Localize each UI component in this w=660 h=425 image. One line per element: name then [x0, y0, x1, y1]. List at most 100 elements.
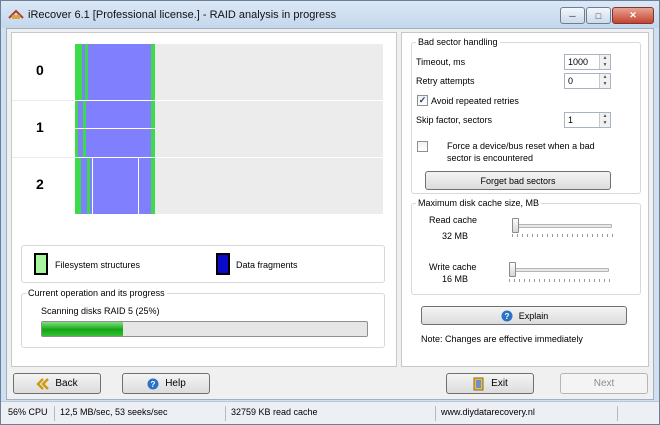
- help-icon: ?: [500, 309, 514, 323]
- progress-group: Current operation and its progress Scann…: [21, 288, 385, 348]
- svg-text:?: ?: [504, 312, 509, 321]
- disk-row-1: 1: [12, 100, 396, 157]
- exit-door-icon: [472, 377, 486, 391]
- minimize-button[interactable]: ─: [560, 7, 585, 24]
- disk-track: [75, 101, 383, 157]
- retry-label: Retry attempts: [416, 76, 475, 86]
- disk-track: [75, 44, 383, 100]
- speed-status: 12,5 MB/sec, 53 seeks/sec: [57, 406, 226, 421]
- app-icon: [8, 9, 24, 19]
- forget-bad-sectors-button[interactable]: Forget bad sectors: [425, 171, 611, 190]
- close-button[interactable]: ✕: [612, 7, 654, 24]
- spin-down-icon[interactable]: ▼: [600, 81, 610, 88]
- progress-bar: [41, 321, 368, 337]
- slider-ticks: [509, 279, 613, 282]
- exit-button[interactable]: Exit: [446, 373, 534, 394]
- force-reset-label-line2: sector is encountered: [447, 153, 534, 163]
- fragment-divider: [92, 158, 93, 214]
- spin-up-icon[interactable]: ▲: [600, 113, 610, 120]
- client-area: 0 1 2 Filesystem structures Data fragmen…: [6, 28, 654, 400]
- back-label: Back: [55, 378, 78, 389]
- back-button[interactable]: Back: [13, 373, 101, 394]
- retry-spinner[interactable]: 0 ▲ ▼: [564, 73, 611, 89]
- disk-label: 2: [36, 176, 44, 192]
- explain-label: Explain: [518, 310, 549, 321]
- title-bar[interactable]: iRecover 6.1 [Professional license.] - R…: [1, 1, 659, 28]
- bad-sector-group-title: Bad sector handling: [416, 37, 500, 47]
- read-cache-value: 32 MB: [442, 231, 469, 241]
- filesystem-legend-swatch: [34, 253, 48, 275]
- filesystem-segment: [87, 158, 90, 214]
- write-cache-label: Write cache: [429, 262, 477, 272]
- data-fragment-segment: [75, 101, 155, 157]
- disk-label: 0: [36, 62, 44, 78]
- filesystem-segment: [75, 44, 82, 100]
- disk-row-0: 0: [12, 43, 396, 100]
- fragment-divider: [138, 158, 139, 214]
- force-reset-label-line1: Force a device/bus reset when a bad: [447, 141, 595, 151]
- spin-up-icon[interactable]: ▲: [600, 74, 610, 81]
- skip-factor-spinner[interactable]: 1 ▲ ▼: [564, 112, 611, 128]
- status-bar: 56% CPU 12,5 MB/sec, 53 seeks/sec 32759 …: [1, 401, 659, 424]
- read-cache-slider-thumb[interactable]: [512, 218, 519, 233]
- exit-label: Exit: [491, 378, 508, 389]
- settings-panel: Bad sector handling Timeout, ms 1000 ▲ ▼ …: [401, 32, 649, 367]
- write-cache-slider-thumb[interactable]: [509, 262, 516, 277]
- skip-factor-label: Skip factor, sectors: [416, 115, 493, 125]
- disk-label: 1: [36, 119, 44, 135]
- help-label: Help: [165, 378, 186, 389]
- help-button[interactable]: ? Help: [122, 373, 210, 394]
- checkmark-icon: ✓: [418, 95, 427, 105]
- data-legend-label: Data fragments: [236, 260, 298, 270]
- timeout-value: 1000: [568, 57, 589, 67]
- avoid-retries-label: Avoid repeated retries: [431, 96, 519, 106]
- filesystem-segment: [151, 158, 155, 214]
- filesystem-legend-label: Filesystem structures: [55, 260, 141, 270]
- bad-sector-group: Bad sector handling Timeout, ms 1000 ▲ ▼ …: [411, 37, 641, 194]
- write-cache-value: 16 MB: [442, 274, 469, 284]
- filesystem-segment: [83, 101, 86, 157]
- disk-track: [75, 158, 383, 214]
- disk-row-2: 2: [12, 157, 396, 214]
- force-reset-checkbox[interactable]: [417, 141, 428, 152]
- next-button[interactable]: Next: [560, 373, 648, 394]
- website-status: www.diydatarecovery.nl: [438, 406, 618, 421]
- cache-status: 32759 KB read cache: [228, 406, 436, 421]
- cache-group-title: Maximum disk cache size, MB: [416, 198, 542, 208]
- filesystem-segment: [151, 101, 155, 157]
- app-window: iRecover 6.1 [Professional license.] - R…: [0, 0, 660, 425]
- timeout-spinner[interactable]: 1000 ▲ ▼: [564, 54, 611, 70]
- read-cache-slider-track[interactable]: [512, 224, 612, 228]
- svg-text:?: ?: [151, 380, 156, 389]
- note-text: Note: Changes are effective immediately: [421, 334, 583, 344]
- spin-up-icon[interactable]: ▲: [600, 55, 610, 62]
- slider-ticks: [512, 234, 616, 237]
- filesystem-segment: [85, 44, 88, 100]
- data-legend-swatch: [216, 253, 230, 275]
- cache-group: Maximum disk cache size, MB Read cache 3…: [411, 198, 641, 295]
- progress-fill: [42, 322, 124, 336]
- skip-factor-value: 1: [568, 115, 574, 125]
- back-arrow-icon: [36, 377, 50, 391]
- retry-value: 0: [568, 76, 574, 86]
- maximize-button[interactable]: □: [586, 7, 611, 24]
- write-cache-slider-track[interactable]: [509, 268, 609, 272]
- avoid-retries-checkbox[interactable]: ✓: [417, 95, 428, 106]
- read-cache-label: Read cache: [429, 215, 478, 225]
- spin-down-icon[interactable]: ▼: [600, 120, 610, 127]
- cpu-status: 56% CPU: [5, 406, 55, 421]
- raid-map-panel: 0 1 2 Filesystem structures Data fragmen…: [11, 32, 397, 367]
- filesystem-segment: [75, 158, 81, 214]
- maximize-icon: □: [595, 10, 602, 21]
- filesystem-segment: [151, 44, 155, 100]
- legend: Filesystem structures Data fragments: [21, 245, 385, 283]
- close-icon: ✕: [629, 10, 637, 20]
- progress-status: Scanning disks RAID 5 (25%): [41, 306, 160, 316]
- fragment-divider: [75, 128, 155, 129]
- spin-down-icon[interactable]: ▼: [600, 62, 610, 69]
- minimize-icon: ─: [569, 10, 576, 21]
- filesystem-segment: [75, 101, 78, 157]
- help-icon: ?: [146, 377, 160, 391]
- explain-button[interactable]: ? Explain: [421, 306, 627, 325]
- timeout-label: Timeout, ms: [416, 57, 466, 67]
